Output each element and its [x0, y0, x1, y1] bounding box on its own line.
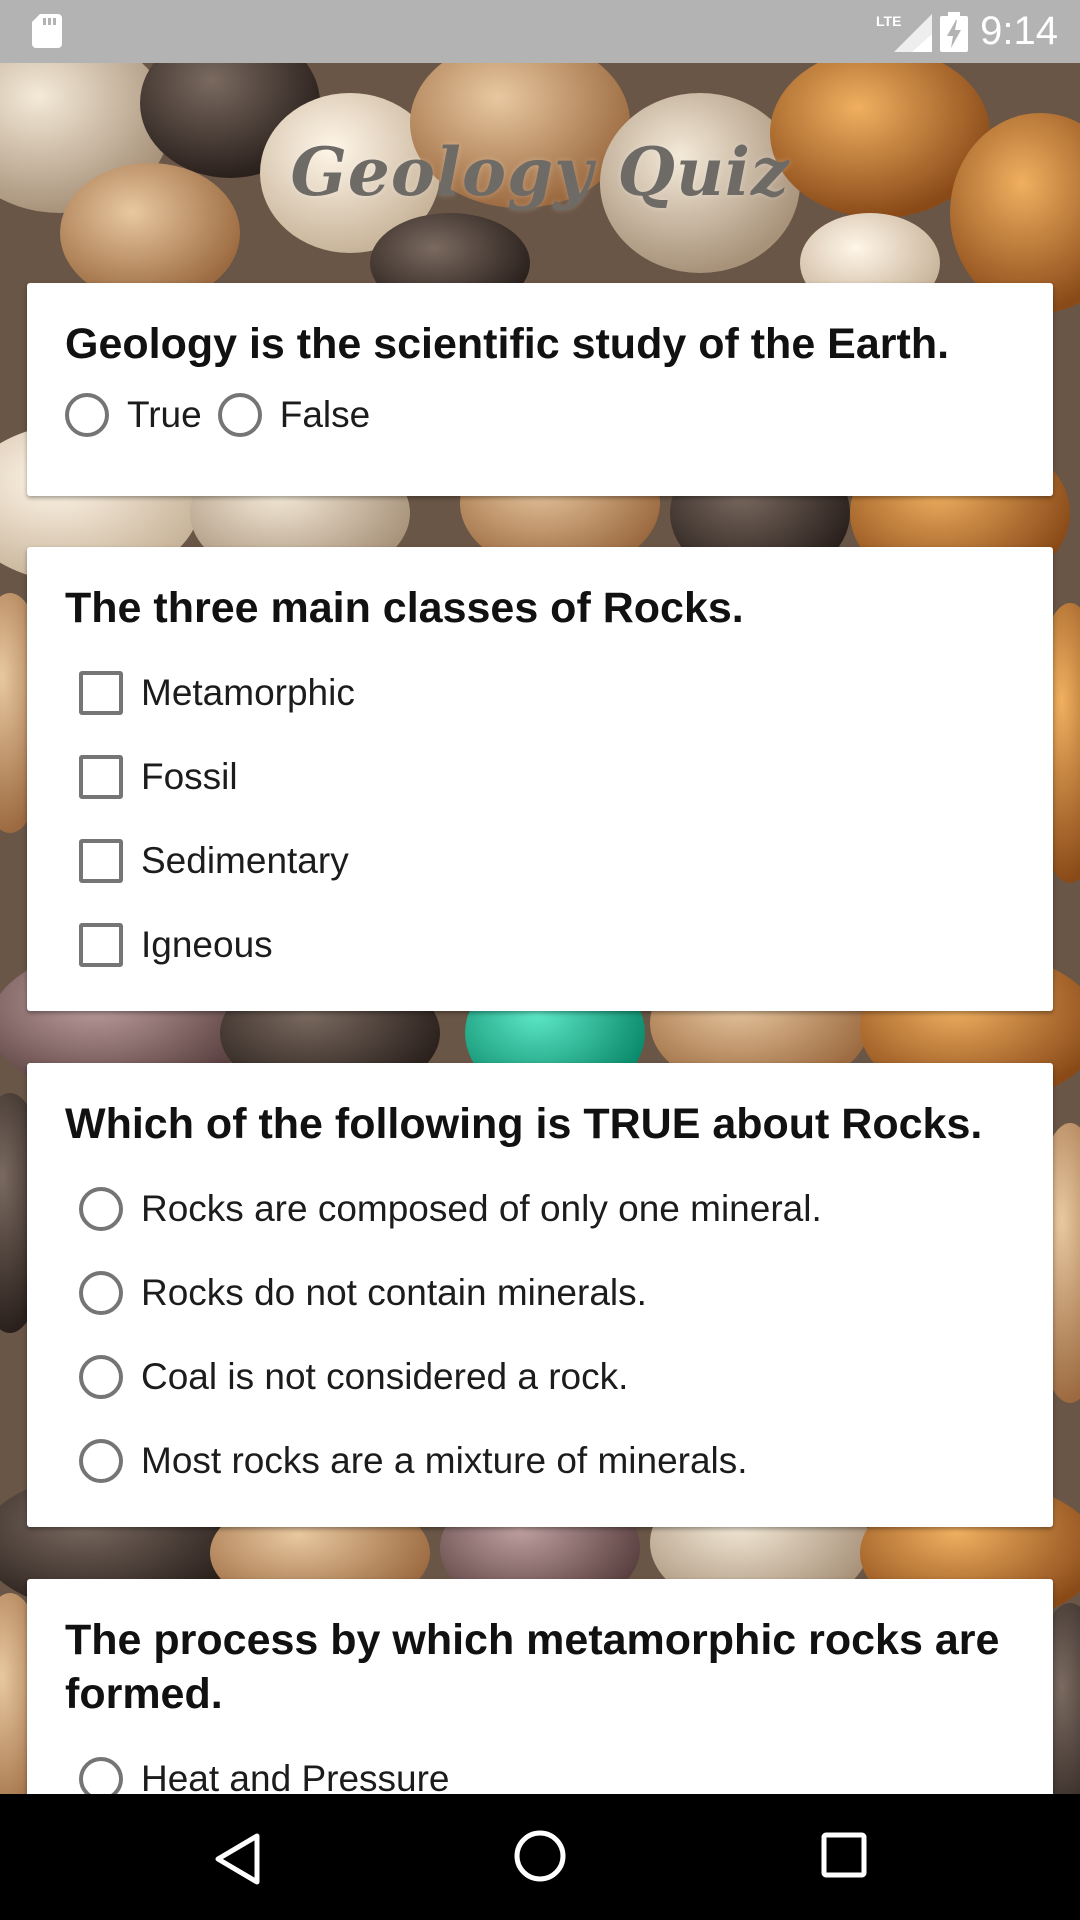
radio-button[interactable]: [65, 393, 109, 437]
status-clock: 9:14: [980, 9, 1058, 53]
radio-button[interactable]: [217, 393, 262, 437]
option-label: Igneous: [141, 924, 273, 965]
back-icon[interactable]: [212, 1832, 262, 1886]
option-no-minerals[interactable]: Rocks do not contain minerals.: [65, 1251, 1015, 1335]
checkbox[interactable]: [79, 839, 123, 883]
option-true[interactable]: True: [65, 393, 202, 437]
app-title: Geology Quiz: [290, 133, 790, 211]
option-one-mineral[interactable]: Rocks are composed of only one mineral.: [65, 1167, 1015, 1251]
checkbox[interactable]: [79, 923, 123, 967]
question-text: Which of the following is TRUE about Roc…: [65, 1100, 983, 1148]
option-label: Coal is not considered a rock.: [141, 1356, 629, 1397]
option-label: Fossil: [141, 756, 238, 797]
answer-group: Heat and Pressure: [65, 1737, 1015, 1794]
answer-group: Metamorphic Fossil Sedimentary Igneous: [65, 651, 1015, 987]
radio-button[interactable]: [79, 1757, 123, 1794]
question-card-4: The process by which metamorphic rocks a…: [27, 1579, 1053, 1794]
option-label: Most rocks are a mixture of minerals.: [141, 1440, 748, 1481]
option-igneous[interactable]: Igneous: [65, 903, 1015, 987]
answer-group: True False: [65, 393, 1015, 437]
sd-card-icon: [32, 14, 62, 48]
home-icon[interactable]: [513, 1829, 567, 1883]
option-label: True: [127, 394, 202, 435]
battery-charging-icon: [940, 12, 968, 52]
navigation-bar: [0, 1794, 1080, 1920]
status-bar: LTE 9:14: [0, 0, 1080, 63]
question-text: The process by which metamorphic rocks a…: [65, 1616, 1000, 1718]
option-sedimentary[interactable]: Sedimentary: [65, 819, 1015, 903]
question-card-2: The three main classes of Rocks. Metamor…: [27, 547, 1053, 1011]
option-false[interactable]: False: [217, 393, 371, 437]
option-label: False: [279, 394, 371, 435]
question-text: Geology is the scientific study of the E…: [65, 320, 950, 368]
lte-signal-icon: LTE: [876, 13, 932, 52]
option-fossil[interactable]: Fossil: [65, 735, 1015, 819]
screen: LTE 9:14 Geology Quiz Geology is the sci…: [0, 0, 1080, 1920]
option-label: Metamorphic: [141, 672, 355, 713]
radio-button[interactable]: [79, 1187, 123, 1231]
option-label: Rocks do not contain minerals.: [141, 1272, 647, 1313]
answer-group: Rocks are composed of only one mineral. …: [65, 1167, 1015, 1503]
radio-button[interactable]: [79, 1355, 123, 1399]
question-card-1: Geology is the scientific study of the E…: [27, 283, 1053, 496]
recents-icon[interactable]: [820, 1831, 868, 1879]
option-mixture[interactable]: Most rocks are a mixture of minerals.: [65, 1419, 1015, 1503]
option-coal[interactable]: Coal is not considered a rock.: [65, 1335, 1015, 1419]
option-metamorphic[interactable]: Metamorphic: [65, 651, 1015, 735]
svg-text:LTE: LTE: [876, 13, 901, 29]
quiz-scroll-area[interactable]: Geology Quiz Geology is the scientific s…: [0, 63, 1080, 1794]
option-label: Heat and Pressure: [141, 1758, 450, 1794]
option-label: Sedimentary: [141, 840, 349, 881]
checkbox[interactable]: [79, 755, 123, 799]
radio-button[interactable]: [79, 1271, 123, 1315]
radio-button[interactable]: [79, 1439, 123, 1483]
checkbox[interactable]: [79, 671, 123, 715]
question-text: The three main classes of Rocks.: [65, 584, 744, 632]
option-heat-pressure[interactable]: Heat and Pressure: [65, 1737, 1015, 1794]
option-label: Rocks are composed of only one mineral.: [141, 1188, 822, 1229]
question-card-3: Which of the following is TRUE about Roc…: [27, 1063, 1053, 1527]
